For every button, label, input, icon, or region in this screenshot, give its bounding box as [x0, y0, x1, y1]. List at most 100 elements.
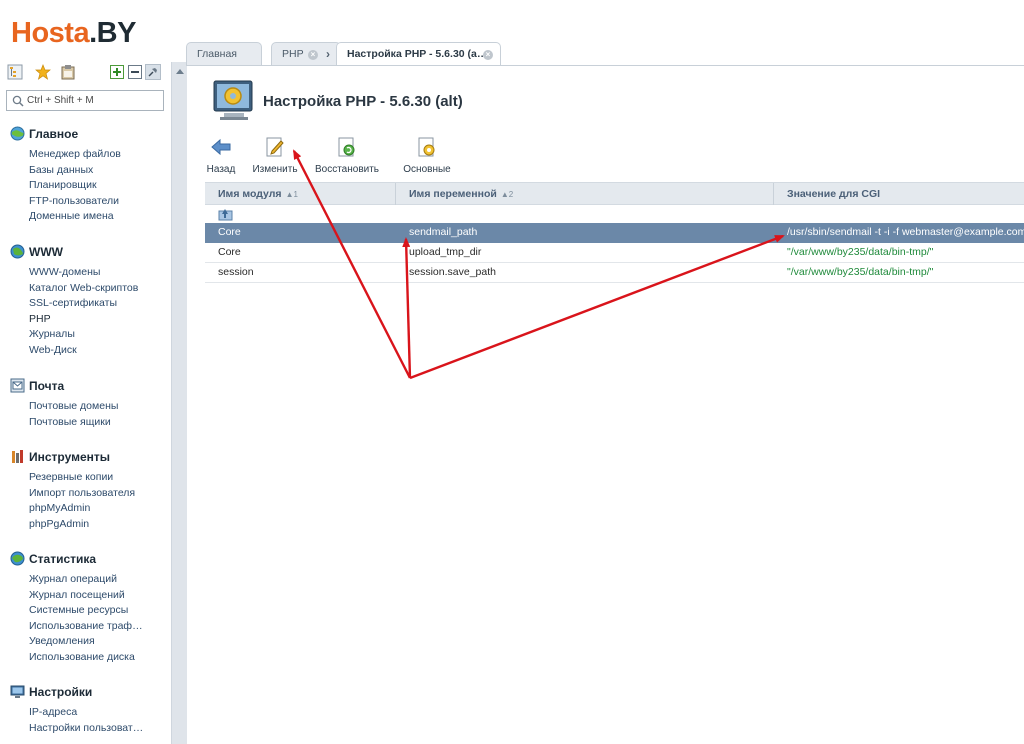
cell-variable: session.save_path — [409, 266, 496, 278]
sidebar-section-title: Почта — [29, 379, 65, 393]
sidebar-item-disk-usage[interactable]: Использование диска — [0, 650, 150, 666]
tab-label: PHP — [282, 48, 304, 60]
sidebar-toolbar — [7, 64, 167, 82]
sidebar-item-web-scripts[interactable]: Каталог Web-скриптов — [0, 281, 150, 297]
tab-php-settings[interactable]: Настройка PHP - 5.6.30 (a… × — [336, 42, 501, 67]
column-header-label: Имя модуля — [218, 188, 282, 200]
sidebar-item-domain-names[interactable]: Доменные имена — [0, 209, 150, 225]
sidebar-section-statistics-header[interactable]: Статистика — [0, 550, 171, 568]
search-icon — [12, 95, 24, 107]
logo[interactable]: Hosta.BY — [11, 15, 136, 51]
expand-all-icon[interactable] — [109, 64, 125, 80]
clipboard-icon[interactable] — [60, 64, 76, 80]
close-icon[interactable]: × — [308, 50, 318, 60]
main-content: Настройка PHP - 5.6.30 (alt) Назад Измен… — [187, 66, 1024, 744]
restore-button[interactable]: Восстановить — [311, 136, 383, 175]
sidebar-section-tools: Инструменты Резервные копии Импорт польз… — [0, 448, 171, 532]
settings-gear-icon — [418, 137, 435, 157]
tab-label: Главная — [197, 48, 237, 60]
column-header-variable[interactable]: Имя переменной ▲2 — [396, 183, 774, 205]
pin-icon[interactable] — [145, 64, 161, 80]
sidebar-section-settings: Настройки IP-адреса Настройки пользоват… — [0, 683, 171, 736]
sidebar-item-scheduler[interactable]: Планировщик — [0, 178, 150, 194]
sidebar-item-backups[interactable]: Резервные копии — [0, 470, 150, 486]
sidebar-item-databases[interactable]: Базы данных — [0, 163, 150, 179]
sidebar-item-phpmyadmin[interactable]: phpMyAdmin — [0, 501, 150, 517]
tab-label: Настройка PHP - 5.6.30 (a… — [347, 48, 488, 60]
sidebar-item-operations-log[interactable]: Журнал операций — [0, 572, 150, 588]
sidebar-item-ftp-users[interactable]: FTP-пользователи — [0, 194, 150, 210]
table-row[interactable]: Core upload_tmp_dir "/var/www/by235/data… — [205, 243, 1024, 263]
tab-home[interactable]: Главная — [186, 42, 262, 66]
sidebar-item-logs[interactable]: Журналы — [0, 327, 150, 343]
sort-indicator-icon: ▲2 — [500, 190, 514, 199]
close-icon[interactable]: × — [483, 50, 493, 60]
sidebar-item-notifications[interactable]: Уведомления — [0, 634, 150, 650]
tab-bar: Главная PHP × › Настройка PHP - 5.6.30 (… — [186, 42, 1024, 67]
sidebar-section-title: Главное — [29, 127, 79, 141]
sidebar-item-mail-domains[interactable]: Почтовые домены — [0, 399, 150, 415]
basic-settings-button-label: Основные — [403, 164, 451, 175]
sidebar-item-mailboxes[interactable]: Почтовые ящики — [0, 415, 150, 431]
logo-part-2: .BY — [89, 17, 136, 49]
monitor-icon — [10, 685, 25, 698]
sidebar-item-system-resources[interactable]: Системные ресурсы — [0, 603, 150, 619]
www-globe-icon — [10, 244, 25, 259]
basic-settings-button[interactable]: Основные — [399, 136, 455, 175]
cell-value: "/var/www/by235/data/bin-tmp/" — [787, 246, 934, 258]
collapse-arrow-icon[interactable] — [176, 69, 184, 74]
sidebar-section-settings-header[interactable]: Настройки — [0, 683, 171, 701]
cell-value: /usr/sbin/sendmail -t -i -f webmaster@ex… — [787, 226, 1024, 238]
sidebar-section-www-header[interactable]: WWW — [0, 243, 171, 261]
cell-value: "/var/www/by235/data/bin-tmp/" — [787, 266, 934, 278]
sidebar-item-phppgadmin[interactable]: phpPgAdmin — [0, 517, 150, 533]
breadcrumb-separator-icon: › — [326, 47, 330, 61]
sidebar-item-ip-addresses[interactable]: IP-адреса — [0, 705, 150, 721]
table-header: Имя модуля ▲1 Имя переменной ▲2 Значение д… — [205, 182, 1024, 205]
collapse-all-icon[interactable] — [127, 64, 143, 80]
sidebar-item-file-manager[interactable]: Менеджер файлов — [0, 147, 150, 163]
sidebar-item-user-import[interactable]: Импорт пользователя — [0, 486, 150, 502]
column-header-module[interactable]: Имя модуля ▲1 — [205, 183, 396, 205]
favorites-star-icon[interactable] — [35, 64, 51, 80]
sidebar-section-title: Статистика — [29, 552, 97, 566]
page-title: Настройка PHP - 5.6.30 (alt) — [263, 93, 463, 110]
back-button[interactable]: Назад — [199, 136, 243, 175]
sidebar-item-ssl-certificates[interactable]: SSL-сертификаты — [0, 296, 150, 312]
sidebar-section-mail-header[interactable]: Почта — [0, 377, 171, 395]
sidebar-item-visits-log[interactable]: Журнал посещений — [0, 588, 150, 604]
php-settings-gear-monitor-icon — [213, 80, 253, 120]
table-row[interactable]: session session.save_path "/var/www/by23… — [205, 263, 1024, 283]
column-header-label: Имя переменной — [409, 188, 497, 200]
edit-button[interactable]: Изменить — [247, 136, 303, 175]
column-header-cgi-value[interactable]: Значение для CGI — [774, 183, 1024, 205]
sidebar-item-www-domains[interactable]: WWW-домены — [0, 265, 150, 281]
sidebar-section-mail: Почта Почтовые домены Почтовые ящики — [0, 377, 171, 430]
cell-module: Core — [218, 246, 241, 258]
sidebar-collapse-splitter[interactable] — [171, 62, 187, 744]
search-input[interactable] — [27, 93, 159, 108]
sidebar-item-traffic-usage[interactable]: Использование траф… — [0, 619, 150, 635]
sidebar-item-php[interactable]: PHP — [0, 312, 150, 328]
sidebar-item-web-disk[interactable]: Web-Диск — [0, 343, 150, 359]
sidebar-section-main-header[interactable]: Главное — [0, 125, 171, 143]
cell-variable: upload_tmp_dir — [409, 246, 482, 258]
sidebar-section-main: Главное Менеджер файлов Базы данных План… — [0, 125, 171, 225]
restore-button-label: Восстановить — [314, 164, 380, 175]
sidebar-section-title: Инструменты — [29, 450, 111, 464]
toolbar: Назад Изменить Восстановить Основные — [207, 136, 627, 176]
level-up-icon[interactable] — [218, 207, 234, 221]
column-header-label: Значение для CGI — [787, 188, 881, 200]
tree-view-icon[interactable] — [7, 64, 23, 80]
edit-button-label: Изменить — [252, 164, 298, 175]
sidebar-item-user-settings[interactable]: Настройки пользоват… — [0, 721, 150, 737]
table-row[interactable]: Core sendmail_path /usr/sbin/sendmail -t… — [205, 223, 1024, 243]
tab-php[interactable]: PHP × › — [271, 42, 341, 66]
parent-level-row[interactable] — [205, 205, 1024, 223]
tools-icon — [12, 450, 23, 463]
cell-module: Core — [218, 226, 241, 238]
cell-module: session — [218, 266, 254, 278]
sidebar-section-title: WWW — [29, 245, 63, 259]
cell-variable: sendmail_path — [409, 226, 478, 238]
sidebar-section-tools-header[interactable]: Инструменты — [0, 448, 171, 466]
